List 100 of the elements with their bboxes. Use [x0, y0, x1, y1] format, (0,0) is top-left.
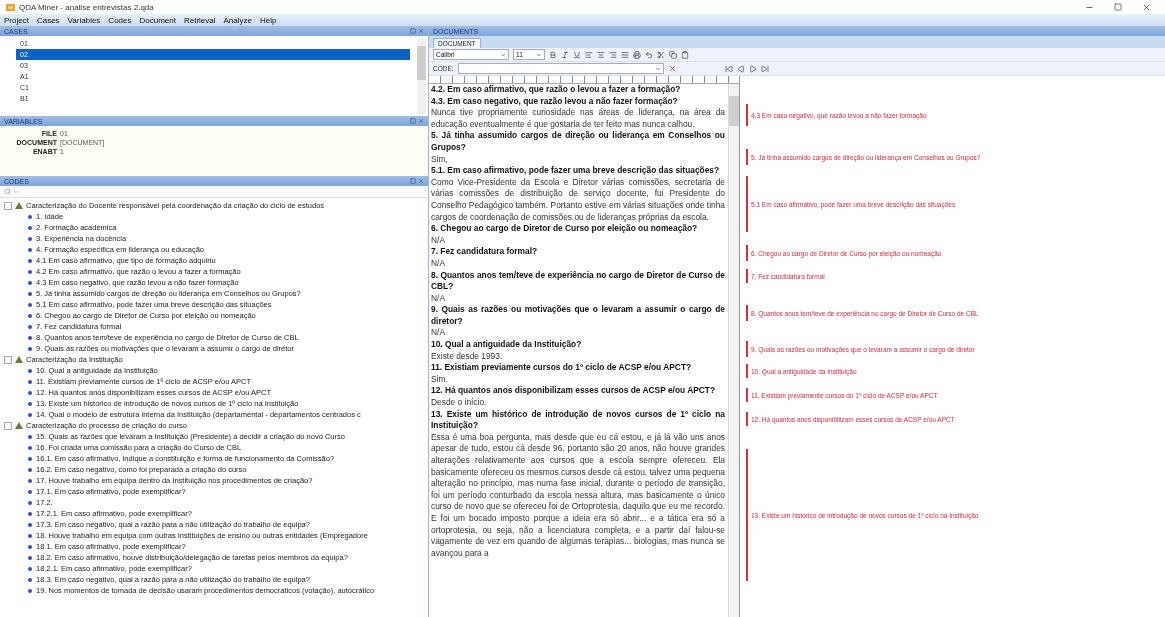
code-bullet-icon: [28, 566, 32, 571]
code-bullet-icon: [28, 555, 32, 560]
code-bullet-icon: [28, 313, 32, 318]
question-text: 4.2. Em caso afirmativo, que razão o levou a fazer a formação?: [431, 84, 682, 96]
question-text: 7. Fez candidatura formal?: [431, 246, 539, 258]
scrollbar[interactable]: [417, 38, 426, 114]
code-bullet-icon: [28, 544, 32, 549]
align-left-icon[interactable]: [585, 50, 593, 59]
code-bullet-icon: [28, 302, 32, 307]
code-bullet-icon: [28, 456, 32, 461]
expander-icon[interactable]: [4, 421, 12, 430]
print-icon[interactable]: [633, 50, 641, 59]
undo-icon[interactable]: [645, 50, 653, 59]
align-right-icon[interactable]: [609, 50, 617, 59]
question-text: 9. Quais as razões ou motivações que o levaram a assumir o cargo de diretor?: [431, 304, 725, 328]
answer-text: Sim,: [431, 153, 449, 166]
caret-icon[interactable]: [500, 51, 506, 58]
category-icon: [15, 202, 23, 209]
answer-text: Como Vice-Presidente da Escola e Diretor várias comissões, secretaria de várias comissões de distribuição de serviço docente, fui Presidente do Conselho Pedagógico também. Portanto estive em várias situações onde tinha cargos de coordenação de comissões ou de lideranças próprias da escola.: [431, 176, 725, 224]
question-text: 10. Qual a antiguidade da Instituição?: [431, 339, 583, 351]
underline-icon[interactable]: [573, 50, 581, 59]
cut-icon[interactable]: [657, 50, 665, 59]
answer-text: Essa é uma boa pergunta, mas desde que eu cá estou, e já lá vão uns anos apesar de tudo, estou cá desde 96, portanto são 20 anos, não houve grandes alterações relativamente aos cursos que a escola sempre ofereceu. Ela basicamente ofereceu os mesmos cursos desde cá estou, talvez uma pequena alteração no princípio, mas numa fase inicial, durante o período de transição, foi um período conturbado da escola nessa altura, mas basicamente o único curso de novo que se ofereceu foi de Ortoprotesia, daquilo que eu me recordo. E foi um bocado imposto porque a ideia era só abrir... e a tática era só a ortoprotesia, ou seja, não a licenciatura completa, e a partir daí falou-se vagamente de vez em quando de algumas terapias... biologias, mas nunca se avançou para a: [431, 431, 725, 560]
code-bullet-icon: [28, 335, 32, 340]
restore-icon[interactable]: [410, 178, 416, 184]
code-bullet-icon: [28, 269, 32, 274]
code-bullet-icon: [28, 489, 32, 494]
code-bullet-icon: [28, 577, 32, 582]
code-bullet-icon: [28, 390, 32, 395]
menu-item[interactable]: Cases: [36, 15, 60, 25]
restore-icon[interactable]: [410, 118, 416, 124]
menu-item[interactable]: Codes: [108, 15, 132, 25]
close-icon[interactable]: [1142, 2, 1151, 12]
copy-icon[interactable]: [669, 50, 677, 59]
code-bullet-icon: [28, 247, 32, 252]
menu-item[interactable]: Project: [4, 15, 29, 25]
caret-icon[interactable]: [536, 51, 542, 58]
code-bullet-icon: [28, 467, 32, 472]
question-text: 6. Chegou ao cargo de Diretor de Curso por eleição ou nomeação?: [431, 223, 699, 235]
paste-icon[interactable]: [681, 50, 689, 59]
menu-item[interactable]: Variables: [67, 15, 101, 25]
code-bullet-icon: [28, 324, 32, 329]
caret-icon[interactable]: [13, 188, 19, 195]
code-bullet-icon: [28, 588, 32, 593]
expander-icon[interactable]: [4, 201, 12, 210]
previous-icon[interactable]: [736, 64, 745, 73]
answer-text: N/A: [431, 257, 446, 270]
answer-text: Nunca tive propriamente curiosidade nas áreas de liderança, na área da educação eventualmente é que gostaria de ter feito mas nunca calhou.: [431, 107, 725, 131]
align-center-icon[interactable]: [597, 50, 605, 59]
menu-item[interactable]: Retrieval: [183, 15, 216, 25]
menu-item[interactable]: Help: [260, 15, 277, 25]
delete-icon[interactable]: [667, 64, 677, 73]
answer-text: Existe desde 1993.: [431, 350, 504, 363]
question-text: 5.1. Em caso afirmativo, pode fazer uma breve descrição das situações?: [431, 165, 721, 177]
restore-icon[interactable]: [410, 28, 416, 34]
code-bullet-icon: [28, 500, 32, 505]
question-text: 13. Existe um histórico de introdução de novos cursos de 1º ciclo na Instituição?: [431, 408, 725, 432]
question-text: 11. Existiam previamente cursos do 1º ciclo de ACSP e/ou APCT?: [431, 362, 693, 374]
menu-item[interactable]: Analyze: [223, 15, 252, 25]
maximize-icon[interactable]: [1114, 3, 1122, 11]
scrollbar[interactable]: [728, 84, 739, 617]
bold-icon[interactable]: [549, 50, 557, 59]
last-icon[interactable]: [760, 64, 769, 73]
code-bullet-icon: [28, 478, 32, 483]
first-icon[interactable]: [724, 64, 733, 73]
code-bullet-icon: [28, 214, 32, 219]
code-bullet-icon: [28, 434, 32, 439]
code-bullet-icon: [28, 280, 32, 285]
question-text: 5. Já tinha assumido cargos de direção ou liderança em Conselhos ou Grupos?: [431, 130, 725, 154]
code-bullet-icon: [28, 412, 32, 417]
answer-text: N/A: [431, 292, 446, 305]
code-bullet-icon: [28, 401, 32, 406]
search-icon[interactable]: [4, 188, 11, 195]
menu-item[interactable]: Document: [139, 15, 176, 25]
next-icon[interactable]: [748, 64, 757, 73]
category-icon: [15, 356, 23, 363]
app-icon: [6, 2, 15, 12]
code-bullet-icon: [28, 522, 32, 527]
window-title: QDA Miner - analise entrevistas 2.qda: [19, 2, 155, 12]
question-text: 12. Há quantos anos disponibilizam esses cursos de ACSP e/ou APCT?: [431, 385, 717, 398]
expander-icon[interactable]: [4, 355, 12, 364]
code-field[interactable]: [457, 63, 664, 74]
code-bullet-icon: [28, 258, 32, 263]
justify-icon[interactable]: [621, 50, 629, 59]
code-bullet-icon: [28, 379, 32, 384]
code-bullet-icon: [28, 368, 32, 373]
code-bullet-icon: [28, 291, 32, 296]
caret-icon[interactable]: [654, 65, 661, 72]
code-bullet-icon: [28, 533, 32, 538]
close-icon[interactable]: [418, 28, 424, 34]
code-bullet-icon: [28, 236, 32, 241]
answer-text: N/A: [431, 327, 446, 340]
code-bullet-icon: [28, 445, 32, 450]
code-bullet-icon: [28, 511, 32, 516]
question-text: 8. Quantos anos tem/teve de experiência no cargo de Diretor de Curso de CBL?: [431, 269, 725, 293]
italic-icon[interactable]: [561, 50, 569, 59]
answer-text: Sim.: [431, 373, 449, 386]
category-icon: [15, 422, 23, 429]
code-bullet-icon: [28, 346, 32, 351]
answer-text: N/A: [431, 234, 446, 247]
